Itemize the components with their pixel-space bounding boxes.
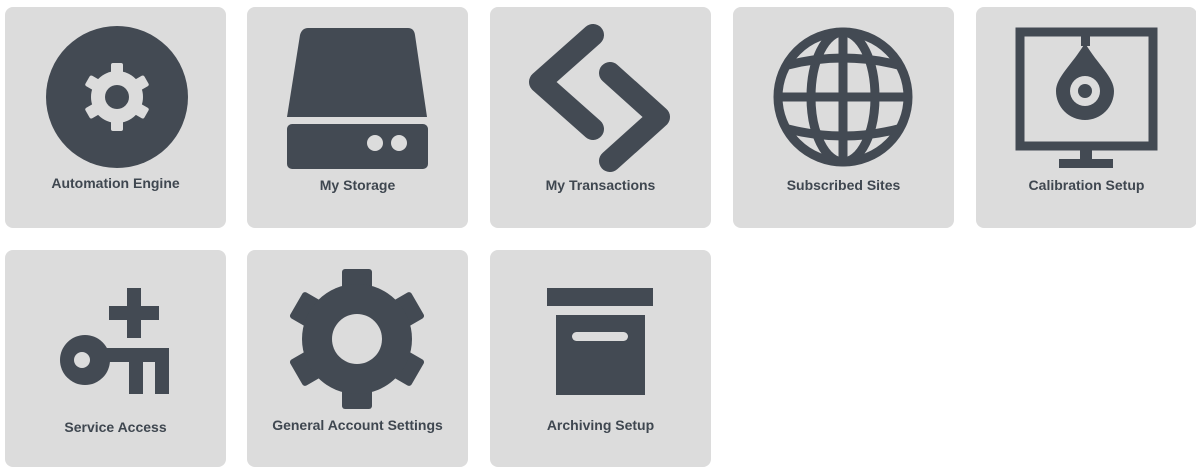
tile-label: My Storage [319,177,396,193]
tile-subscribed-sites[interactable]: Subscribed Sites [733,7,954,228]
hard-drive-icon [287,28,428,169]
tile-label: Subscribed Sites [786,177,901,193]
tile-label: Automation Engine [51,175,180,191]
archive-box-icon [547,288,653,395]
tile-label: Calibration Setup [1028,177,1145,193]
gear-circle-icon [46,26,188,168]
globe-icon [773,27,913,167]
tile-label: My Transactions [545,177,656,193]
tile-general-account-settings[interactable]: General Account Settings [247,250,468,467]
tile-automation-engine[interactable]: Automation Engine [5,7,226,228]
tile-my-transactions[interactable]: My Transactions [490,7,711,228]
tile-service-access[interactable]: Service Access [5,250,226,467]
tile-calibration-setup[interactable]: Calibration Setup [976,7,1196,228]
tile-label: General Account Settings [272,417,443,433]
code-arrows-icon [529,24,670,172]
tile-archiving-setup[interactable]: Archiving Setup [490,250,711,467]
gear-icon [289,269,425,409]
tile-my-storage[interactable]: My Storage [247,7,468,228]
monitor-drop-icon [1015,27,1158,168]
key-plus-icon [60,288,169,394]
tile-label: Archiving Setup [546,417,655,433]
tile-label: Service Access [64,419,167,435]
